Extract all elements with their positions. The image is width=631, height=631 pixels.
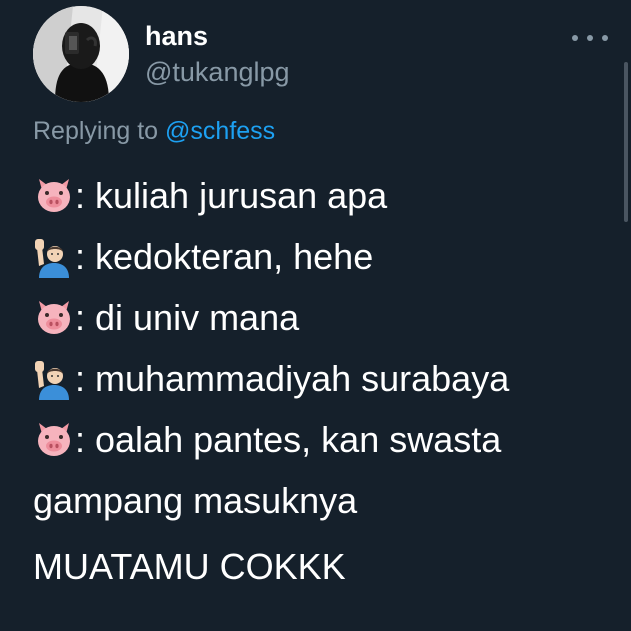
avatar[interactable] xyxy=(33,6,129,102)
user-handle[interactable]: @tukanglpg xyxy=(145,56,290,88)
tweet-line-text: : muhammadiyah surabaya xyxy=(75,358,510,399)
person-raising-hand-icon xyxy=(35,238,69,278)
tweet-line: : kedokteran, hehe xyxy=(33,226,623,287)
more-options-button[interactable] xyxy=(572,28,608,48)
tweet-line-continuation: gampang masuknya xyxy=(33,470,623,531)
scrollbar[interactable] xyxy=(624,62,628,222)
pig-face-icon xyxy=(38,178,70,212)
avatar-photo xyxy=(33,6,129,102)
tweet-line-text: : oalah pantes, kan swasta xyxy=(75,419,502,460)
pig-face-icon xyxy=(38,422,70,456)
more-dot-icon xyxy=(572,35,578,41)
replying-to: Replying to @schfess xyxy=(33,116,275,146)
tweet-line-text: : di univ mana xyxy=(75,297,300,338)
tweet-line: : di univ mana xyxy=(33,287,623,348)
replying-to-prefix: Replying to xyxy=(33,117,166,145)
more-dot-icon xyxy=(602,35,608,41)
tweet-line-text: : kuliah jurusan apa xyxy=(75,175,388,216)
display-name[interactable]: hans xyxy=(145,20,208,52)
more-dot-icon xyxy=(587,35,593,41)
pig-face-icon xyxy=(38,300,70,334)
tweet-card: hans @tukanglpg Replying to @schfess : k… xyxy=(0,0,631,631)
tweet-line: : muhammadiyah surabaya xyxy=(33,348,623,409)
person-raising-hand-icon xyxy=(35,360,69,400)
tweet-line: : kuliah jurusan apa xyxy=(33,165,623,226)
tweet-body: : kuliah jurusan apa : kedokteran, hehe xyxy=(33,165,623,531)
tweet-closing-line: MUATAMU COKKK xyxy=(33,546,346,587)
tweet-line-text: : kedokteran, hehe xyxy=(75,236,374,277)
tweet-line-text: gampang masuknya xyxy=(33,480,358,521)
replying-to-link[interactable]: @schfess xyxy=(165,117,275,145)
tweet-line: : oalah pantes, kan swasta xyxy=(33,409,623,470)
